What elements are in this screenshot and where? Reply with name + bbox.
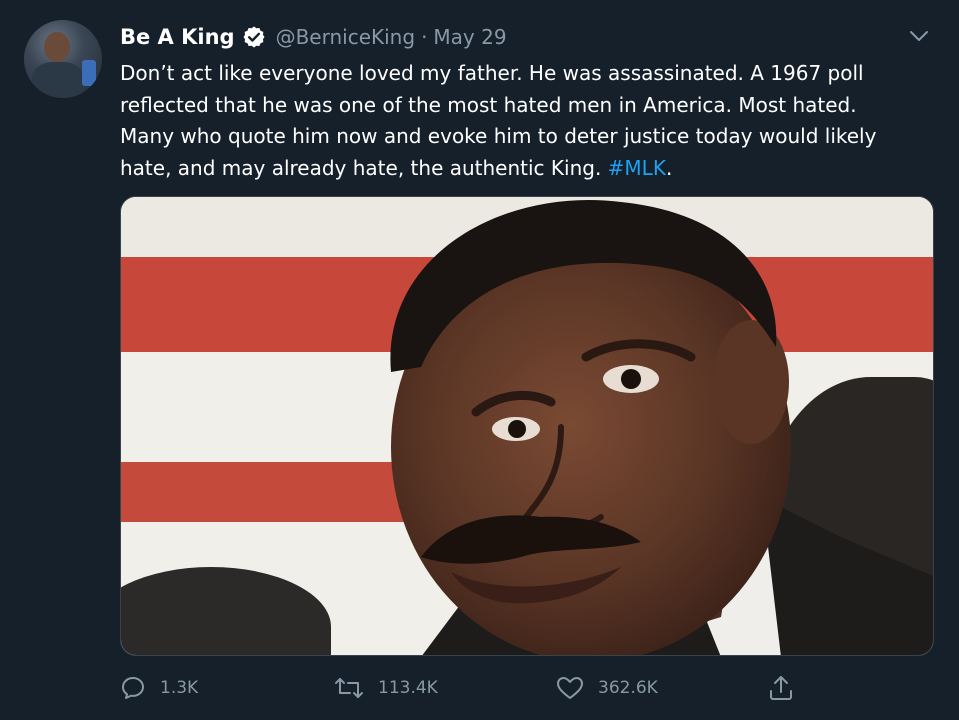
header-separator: ·: [421, 25, 428, 49]
share-button[interactable]: [768, 672, 808, 704]
tweet-header: Be A King @BerniceKing · May 29: [120, 22, 507, 52]
retweet-count: 113.4K: [378, 678, 438, 698]
retweet-icon: [335, 678, 363, 698]
tweet-actions: 1.3K 113.4K 362.6K: [120, 672, 820, 704]
avatar-sign: [82, 60, 96, 86]
chevron-down-icon[interactable]: [908, 28, 930, 44]
like-count: 362.6K: [598, 678, 658, 698]
tweet-media-photo[interactable]: [120, 196, 934, 656]
avatar-figure-body: [32, 62, 84, 98]
avatar[interactable]: [24, 20, 102, 98]
reply-count: 1.3K: [160, 678, 199, 698]
heart-icon: [557, 677, 583, 699]
author-name[interactable]: Be A King: [120, 25, 235, 49]
tweet-card[interactable]: Be A King @BerniceKing · May 29 Don’t ac…: [0, 0, 959, 720]
tweet-text: Don’t act like everyone loved my father.…: [120, 58, 950, 184]
retweet-button[interactable]: 113.4K: [334, 672, 438, 704]
verified-badge-icon: [242, 25, 266, 49]
author-handle[interactable]: @BerniceKing: [276, 25, 415, 49]
reply-icon: [122, 677, 144, 699]
tweet-body: Don’t act like everyone loved my father.…: [120, 61, 877, 180]
tweet-date[interactable]: May 29: [433, 25, 506, 49]
share-icon: [770, 676, 792, 700]
portrait-illustration: [390, 199, 933, 655]
avatar-figure-head: [44, 32, 70, 62]
reply-button[interactable]: 1.3K: [120, 672, 198, 704]
like-button[interactable]: 362.6K: [556, 672, 658, 704]
tweet-trailing: .: [665, 155, 673, 180]
hashtag-link[interactable]: #MLK: [608, 156, 666, 180]
